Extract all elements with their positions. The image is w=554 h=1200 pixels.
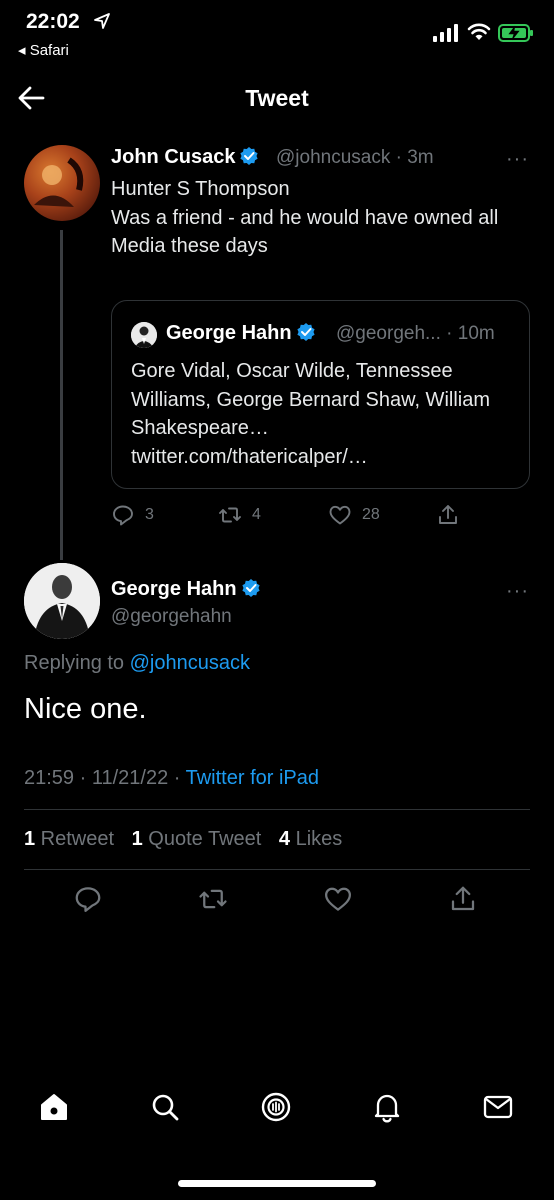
location-arrow-icon: [94, 13, 110, 29]
share-button[interactable]: [436, 500, 470, 530]
more-options-button[interactable]: ···: [506, 580, 529, 603]
status-time: 22:02: [26, 10, 80, 33]
tweet-author-handle[interactable]: @georgehahn: [111, 606, 232, 628]
like-count: 28: [362, 506, 380, 523]
avatar-george-hahn[interactable]: [24, 563, 100, 639]
reply-icon[interactable]: [73, 884, 103, 914]
like-icon: [329, 505, 351, 525]
verified-badge-icon: [241, 579, 260, 597]
battery-charging-icon: [498, 24, 533, 42]
tweet-text: Nice one.: [24, 693, 147, 725]
share-icon[interactable]: [448, 884, 478, 914]
retweet-count: 4: [252, 506, 261, 523]
share-icon: [439, 505, 457, 524]
reply-count: 3: [145, 506, 154, 523]
verified-badge-icon: [296, 323, 315, 341]
bottom-tab-bar: [0, 1090, 554, 1140]
quoted-tweet-text: Gore Vidal, Oscar Wilde, Tennessee Willi…: [131, 360, 490, 468]
tweet-text: Hunter S Thompson Was a friend - and he …: [111, 178, 499, 257]
tweet-action-bar: 3 4 28: [111, 500, 531, 530]
quoted-author-avatar: [131, 322, 157, 348]
tweet-age: · 3m: [395, 147, 434, 168]
home-icon[interactable]: [37, 1090, 71, 1124]
tweet-author-name[interactable]: John Cusack: [111, 146, 259, 169]
cellular-signal-icon: [433, 24, 458, 42]
tweet-timestamp: 21:59 · 11/21/22 · Twitter for iPad: [24, 767, 319, 789]
quoted-tweet-card[interactable]: George Hahn @georgeh... · 10m Gore Vidal…: [111, 300, 530, 489]
home-indicator: [178, 1180, 376, 1187]
page-title: Tweet: [245, 85, 309, 111]
quoted-author-handle: @georgeh... · 10m: [336, 323, 495, 344]
status-bar: 22:02 ◂ Safari: [0, 0, 554, 66]
likes-stat[interactable]: 4 Likes: [279, 828, 342, 850]
retweet-button[interactable]: 4: [218, 500, 261, 530]
wifi-icon: [467, 23, 491, 40]
reply-button[interactable]: 3: [111, 500, 154, 530]
divider: [24, 869, 530, 870]
back-to-safari-link[interactable]: ◂ Safari: [18, 41, 69, 59]
replying-to-link[interactable]: @johncusack: [130, 652, 250, 674]
avatar-john-cusack[interactable]: [24, 145, 100, 221]
quoted-author-name: George Hahn: [166, 322, 316, 345]
like-button[interactable]: 28: [328, 500, 380, 530]
main-tweet-action-bar: [0, 884, 554, 920]
tweet-source-link[interactable]: Twitter for iPad: [186, 767, 319, 789]
search-icon[interactable]: [148, 1090, 182, 1124]
retweets-stat[interactable]: 1 Retweet: [24, 828, 114, 850]
spaces-icon[interactable]: [259, 1090, 293, 1124]
quote-tweets-stat[interactable]: 1 Quote Tweet: [132, 828, 262, 850]
retweet-icon[interactable]: [198, 884, 228, 914]
messages-icon[interactable]: [481, 1090, 515, 1124]
top-nav: Tweet: [0, 70, 554, 126]
tweet-stats: 1 Retweet 1 Quote Tweet 4 Likes: [24, 828, 342, 851]
tweet-author-handle[interactable]: @johncusack · 3m: [276, 147, 434, 169]
thread-connector: [60, 230, 63, 560]
more-options-button[interactable]: ···: [506, 148, 529, 171]
divider: [24, 809, 530, 810]
tweet-author-name[interactable]: George Hahn: [111, 578, 261, 601]
retweet-icon: [219, 507, 241, 523]
verified-badge-icon: [240, 147, 259, 165]
like-icon[interactable]: [323, 884, 353, 914]
notifications-icon[interactable]: [370, 1090, 404, 1124]
replying-to: Replying to @johncusack: [24, 652, 250, 674]
reply-icon: [113, 505, 133, 526]
